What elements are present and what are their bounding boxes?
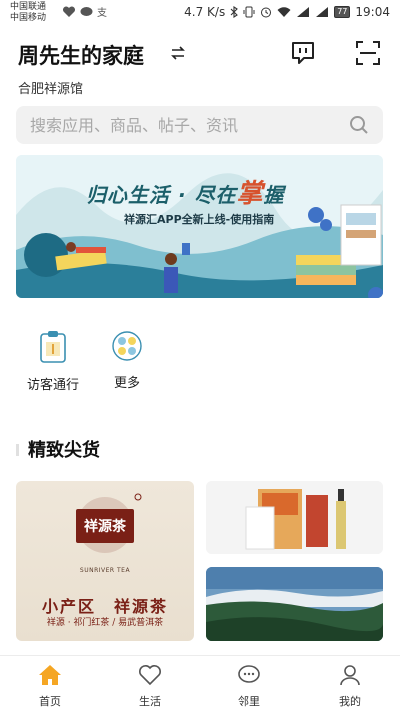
product-card-giftbox[interactable] bbox=[206, 481, 383, 554]
status-bar: 中国联通 中国移动 支 4.7 K/s 77 19:04 bbox=[0, 0, 400, 28]
network-speed: 4.7 K/s bbox=[184, 5, 226, 19]
nav-neighbor-label: 邻里 bbox=[238, 695, 260, 708]
signal-2-icon bbox=[316, 7, 329, 17]
header: 周先生的家庭 bbox=[0, 34, 400, 78]
home-title[interactable]: 周先生的家庭 bbox=[18, 40, 144, 70]
message-board-icon[interactable] bbox=[290, 40, 316, 66]
wifi-icon bbox=[277, 7, 291, 17]
product-headline: 小产区 祥源茶 bbox=[41, 597, 168, 616]
carrier-2: 中国移动 bbox=[10, 13, 47, 23]
battery-indicator: 77 bbox=[334, 6, 351, 18]
mountain-landscape-image bbox=[206, 567, 383, 641]
brand-english: SUNRIVER TEA bbox=[79, 567, 131, 574]
alarm-icon bbox=[261, 7, 272, 18]
bottom-nav: 首页 生活 邻里 我的 bbox=[0, 655, 400, 711]
giftbox-image bbox=[206, 481, 383, 554]
visitor-pass-button[interactable]: 访客通行 bbox=[18, 330, 88, 393]
more-icon bbox=[112, 331, 142, 361]
nav-life[interactable]: 生活 bbox=[120, 664, 180, 709]
banner-title-part2: 握 bbox=[263, 183, 285, 207]
user-icon bbox=[340, 665, 360, 686]
nav-life-label: 生活 bbox=[139, 695, 161, 708]
product-tagline: 祥源 · 祁门红茶 / 易武普洱茶 bbox=[46, 618, 164, 628]
chat-bubble-icon bbox=[238, 665, 260, 683]
nav-home-label: 首页 bbox=[39, 695, 61, 708]
promo-banner[interactable]: 归心生活 · 尽在掌握 祥源汇APP全新上线-使用指南 bbox=[16, 155, 383, 298]
more-label: 更多 bbox=[113, 376, 140, 391]
brand-logo-text: 祥源茶 bbox=[84, 519, 126, 535]
clock: 19:04 bbox=[355, 5, 390, 19]
switch-home-icon[interactable] bbox=[170, 46, 186, 60]
vibrate-icon bbox=[243, 6, 255, 18]
message-icon bbox=[80, 7, 93, 16]
bluetooth-icon bbox=[230, 6, 239, 18]
heart-icon bbox=[139, 665, 161, 686]
visitor-pass-label: 访客通行 bbox=[26, 378, 79, 393]
nav-neighbor[interactable]: 邻里 bbox=[219, 664, 279, 709]
scan-icon[interactable] bbox=[355, 40, 381, 66]
visitor-pass-icon bbox=[40, 331, 66, 363]
product-card-landscape[interactable] bbox=[206, 567, 383, 641]
banner-title: 归心生活 · 尽在掌握 bbox=[86, 173, 285, 210]
carrier-1: 中国联通 bbox=[10, 2, 47, 12]
carrier-info: 中国联通 中国移动 bbox=[10, 2, 46, 24]
banner-subtitle: 祥源汇APP全新上线-使用指南 bbox=[124, 213, 275, 226]
home-icon bbox=[39, 665, 61, 685]
signal-icon bbox=[297, 7, 310, 17]
section-marker bbox=[16, 444, 19, 456]
search-bar[interactable] bbox=[16, 106, 383, 144]
search-icon[interactable] bbox=[349, 115, 369, 135]
banner-title-accent: 掌 bbox=[236, 179, 264, 209]
community-name: 合肥祥源馆 bbox=[18, 82, 84, 97]
nav-home[interactable]: 首页 bbox=[20, 664, 80, 709]
svg-text:支: 支 bbox=[97, 7, 107, 18]
section-title: 精致尖货 bbox=[28, 440, 100, 461]
product-card-tea[interactable]: 祥源茶 SUNRIVER TEA 小产区 祥源茶 祥源 · 祁门红茶 / 易武普… bbox=[16, 481, 194, 641]
heart-rate-icon bbox=[62, 6, 76, 17]
nav-me[interactable]: 我的 bbox=[320, 664, 380, 709]
status-right: 4.7 K/s 77 19:04 bbox=[184, 5, 390, 19]
search-input[interactable] bbox=[30, 106, 330, 144]
alipay-icon: 支 bbox=[97, 7, 107, 18]
nav-me-label: 我的 bbox=[339, 695, 361, 708]
banner-title-part1: 归心生活 · 尽在 bbox=[86, 183, 237, 207]
notification-icons: 支 bbox=[62, 6, 109, 18]
more-button[interactable]: 更多 bbox=[92, 330, 162, 391]
